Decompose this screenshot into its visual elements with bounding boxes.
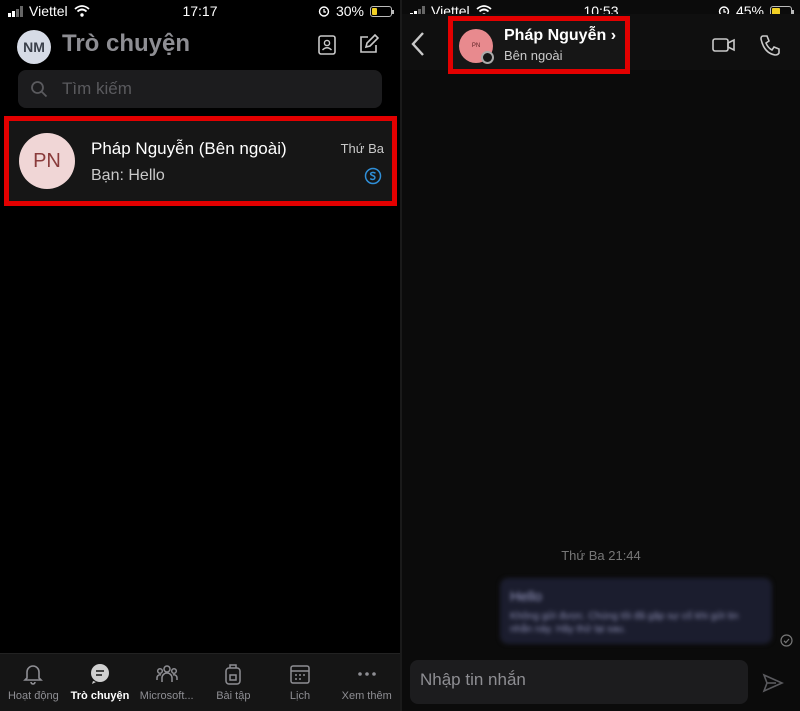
contact-avatar: PN [19,133,75,189]
message-text: Hello [510,588,542,604]
message-timestamp: Thứ Ba 21:44 [561,548,641,563]
contacts-icon[interactable] [316,34,338,56]
conversation-screen: Viettel 10:53 45% PN Pháp Nguyễn › Bên n… [402,0,800,711]
teams-icon [155,665,178,682]
nav-label: Lịch [289,690,311,702]
more-icon [357,672,376,676]
chevron-right-icon: › [610,27,617,44]
nav-label: Xem thêm [341,690,392,702]
battery-group: 30% [318,3,394,19]
battery-percent: 30% [335,3,364,19]
bell-icon [23,665,44,685]
chat-header: NM Trò chuyện [0,26,400,66]
calendar-icon [290,665,310,684]
page-title: Trò chuyện [62,30,191,57]
contact-subtitle: Bên ngoài [504,48,563,63]
conversation-header: PN Pháp Nguyễn › Bên ngoài [402,14,800,74]
nav-chat[interactable]: Trò chuyện [67,654,134,711]
chat-list-item[interactable]: PN Pháp Nguyễn (Bên ngoài) Bạn: Hello Th… [4,116,397,206]
contact-header-button[interactable]: PN Pháp Nguyễn › Bên ngoài [448,16,630,74]
video-call-icon[interactable] [712,34,736,56]
contact-name-text: Pháp Nguyễn [504,27,607,44]
chat-list-screen: Viettel 17:17 30% NM Trò chuyện PN Pháp … [0,0,400,711]
nav-label: Hoạt động [7,690,59,702]
presence-status-icon [481,51,494,64]
alarm-icon [318,6,330,17]
chat-icon [91,664,109,684]
skype-icon [364,167,382,185]
nav-assignments[interactable]: Bài tập [200,654,267,711]
phone-call-icon[interactable] [758,34,782,56]
search-bar[interactable] [18,70,382,108]
search-icon [31,81,48,98]
search-input[interactable] [62,79,342,99]
delivery-status-icon [780,634,793,647]
send-icon[interactable] [762,672,784,694]
nav-label: Trò chuyện [70,690,130,702]
nav-label: Bài tập [216,690,251,702]
chat-contact-name: Pháp Nguyễn (Bên ngoài) [91,139,287,158]
chat-date: Thứ Ba [340,141,384,156]
bottom-nav: Hoạt động Trò chuyện Microsoft... Bài tậ… [0,653,400,711]
message-error-notice: Không gửi được. Chúng tôi đã gặp sự cố k… [510,611,739,635]
status-bar: Viettel 17:17 30% [0,0,400,22]
nav-calendar[interactable]: Lịch [267,654,334,711]
message-composer[interactable] [410,660,748,704]
chat-preview: Bạn: Hello [91,167,165,184]
backpack-icon [225,664,242,685]
compose-icon[interactable] [357,34,379,56]
nav-label: Microsoft... [139,690,194,702]
contact-name: Pháp Nguyễn › [504,27,616,45]
nav-activity[interactable]: Hoạt động [0,654,67,711]
message-input[interactable] [420,670,720,690]
profile-avatar[interactable]: NM [17,30,51,64]
nav-teams[interactable]: Microsoft... [133,654,200,711]
battery-icon [370,5,394,17]
nav-more[interactable]: Xem thêm [333,654,400,711]
back-arrow-icon[interactable] [410,30,426,58]
message-bubble[interactable]: Hello Không gửi được. Chúng tôi đã gặp s… [500,578,772,644]
